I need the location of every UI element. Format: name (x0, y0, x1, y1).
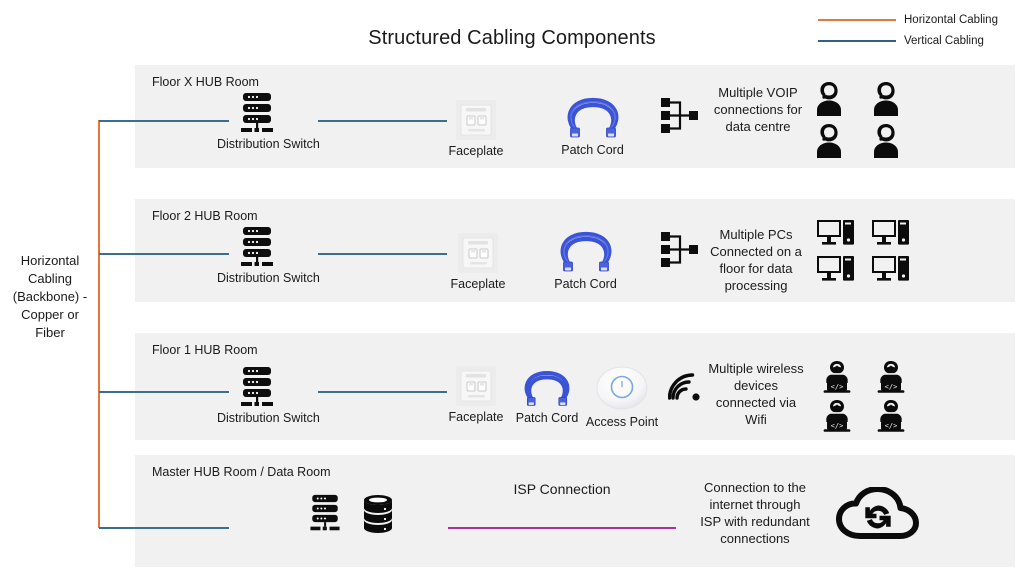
endpoint-group-3: </> </> </> </> (810, 357, 918, 435)
database-storage-4 (358, 494, 398, 534)
faceplate-2: Faceplate (448, 232, 508, 291)
vertical-cabling-line (318, 120, 447, 122)
svg-text:</>: </> (885, 422, 898, 430)
headset-agent-icon (800, 120, 857, 162)
legend: Horizontal Cabling Vertical Cabling (818, 9, 1018, 51)
network-hierarchy-icon (655, 230, 707, 270)
faceplate-caption: Faceplate (450, 277, 506, 291)
row-label: Floor 1 HUB Room (152, 343, 258, 357)
distribution-switch-caption: Distribution Switch (217, 411, 320, 425)
row-note-3: Multiple wireless devices connected via … (708, 361, 804, 427)
vertical-cabling-line (99, 391, 229, 393)
faceplate-caption: Faceplate (448, 410, 504, 424)
faceplate-caption: Faceplate (448, 144, 504, 158)
network-hierarchy-icon (655, 96, 707, 136)
legend-item-label: Horizontal Cabling (904, 13, 998, 26)
headset-agent-icon (857, 120, 914, 162)
svg-text:</>: </> (831, 422, 844, 430)
patch-cord-1: Patch Cord (555, 92, 630, 157)
faceplate-3: Faceplate (446, 365, 506, 424)
cloud-sync-icon (836, 487, 920, 543)
patch-cord-icon (548, 226, 623, 274)
row-label: Floor X HUB Room (152, 75, 259, 89)
laptop-user-icon: </> (810, 396, 864, 435)
row-note-2: Multiple PCs Connected on a floor for da… (710, 227, 802, 293)
access-point-icon (583, 362, 661, 412)
vertical-cabling-line (318, 391, 447, 393)
vertical-cabling-line (99, 120, 229, 122)
faceplate-icon (448, 232, 508, 274)
patch-cord-caption: Patch Cord (515, 411, 579, 425)
row-label: Master HUB Room / Data Room (152, 465, 331, 479)
endpoint-group-2 (808, 216, 918, 288)
endpoint-group-1 (800, 78, 914, 162)
laptop-user-icon: </> (864, 357, 918, 396)
isp-connection-line (448, 527, 676, 529)
horizontal-cabling-trunk-line (98, 120, 100, 528)
svg-text:</>: </> (831, 383, 844, 391)
headset-agent-icon (800, 78, 857, 120)
legend-item-label: Vertical Cabling (904, 34, 984, 47)
patch-cord-icon (555, 92, 630, 140)
distribution-switch-icon (217, 92, 297, 134)
access-point-3: Access Point (583, 362, 661, 429)
vertical-cabling-line (99, 253, 229, 255)
faceplate-1: Faceplate (446, 99, 506, 158)
laptop-user-icon: </> (810, 357, 864, 396)
distribution-switch-1: Distribution Switch (217, 92, 320, 151)
line-swatch-icon (818, 39, 896, 42)
vertical-cabling-line (318, 253, 447, 255)
desktop-computer-icon (808, 252, 863, 288)
vertical-cabling-line (99, 527, 229, 529)
line-swatch-icon (818, 18, 896, 21)
network-tree-icon-2 (655, 230, 707, 270)
legend-item-horizontal-cabling: Horizontal Cabling (818, 9, 1018, 30)
legend-item-vertical-cabling: Vertical Cabling (818, 30, 1018, 51)
patch-cord-caption: Patch Cord (554, 277, 617, 291)
core-switch-4 (300, 493, 350, 533)
row-note-4: Connection to the internet through ISP w… (700, 480, 810, 546)
row-label: Floor 2 HUB Room (152, 209, 258, 223)
distribution-switch-2: Distribution Switch (217, 226, 320, 285)
distribution-switch-caption: Distribution Switch (217, 137, 320, 151)
row-note-1: Multiple VOIP connections for data centr… (713, 85, 803, 134)
svg-text:</>: </> (885, 383, 898, 391)
backbone-label: Horizontal Cabling (Backbone) - Copper o… (12, 253, 88, 340)
desktop-computer-icon (863, 252, 918, 288)
laptop-user-icon: </> (864, 396, 918, 435)
distribution-switch-caption: Distribution Switch (217, 271, 320, 285)
network-tree-icon-1 (655, 96, 707, 136)
access-point-caption: Access Point (585, 415, 659, 429)
distribution-switch-icon (217, 226, 297, 268)
cloud-endpoint-4 (836, 487, 920, 543)
desktop-computer-icon (863, 216, 918, 252)
database-icon (358, 494, 398, 534)
distribution-switch-icon (217, 366, 297, 408)
headset-agent-icon (857, 78, 914, 120)
patch-cord-3: Patch Cord (513, 366, 581, 425)
distribution-switch-icon (300, 493, 350, 533)
diagram-canvas: Structured Cabling Components Horizontal… (0, 0, 1024, 574)
patch-cord-icon (513, 366, 581, 408)
desktop-computer-icon (808, 216, 863, 252)
distribution-switch-3: Distribution Switch (217, 366, 320, 425)
isp-connection-label: ISP Connection (513, 481, 611, 497)
patch-cord-caption: Patch Cord (561, 143, 624, 157)
patch-cord-2: Patch Cord (548, 226, 623, 291)
faceplate-icon (446, 365, 506, 407)
faceplate-icon (446, 99, 506, 141)
